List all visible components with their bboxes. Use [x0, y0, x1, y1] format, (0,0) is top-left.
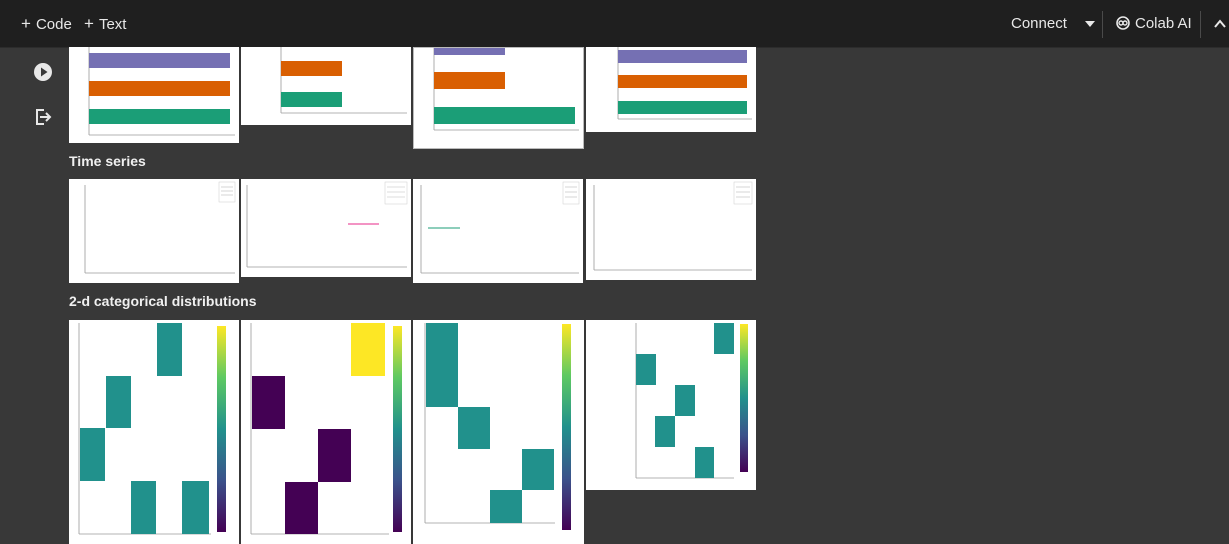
bar — [434, 72, 505, 89]
plus-icon: + — [84, 14, 94, 33]
heatmap-cell — [182, 481, 209, 534]
colab-ai-icon — [1116, 16, 1130, 30]
heatmap-cell — [106, 376, 131, 428]
heatmap-cell — [522, 449, 554, 490]
add-code-button[interactable]: + Code — [21, 12, 72, 36]
time-series-tile-1[interactable] — [69, 179, 239, 283]
heatmap-cell — [131, 481, 156, 534]
heatmap-chart-2 — [250, 323, 402, 535]
heatmap-cell — [80, 428, 105, 481]
bar-chart-tile-1[interactable] — [69, 47, 239, 143]
time-series-chart-3 — [420, 181, 580, 274]
heatmap-chart-1 — [78, 323, 226, 535]
section-heading-categorical-distributions: 2-d categorical distributions — [69, 293, 257, 309]
heatmap-cell — [714, 323, 734, 354]
bar-chart-1 — [88, 47, 235, 136]
heatmap-chart-4 — [635, 323, 748, 479]
bar — [618, 75, 747, 88]
run-cell-icon[interactable] — [33, 62, 53, 82]
bar-chart-tile-3[interactable] — [413, 47, 584, 149]
time-series-tile-3[interactable] — [413, 179, 583, 283]
heatmap-cell — [426, 323, 458, 407]
connect-label: Connect — [1011, 15, 1067, 32]
colorbar — [740, 324, 748, 472]
toolbar-divider — [1102, 11, 1103, 38]
legend — [733, 181, 753, 205]
add-code-label: Code — [35, 16, 72, 33]
plus-icon: + — [21, 14, 31, 33]
heatmap-tile-3[interactable] — [413, 320, 584, 544]
time-series-chart-1 — [84, 181, 236, 274]
heatmap-chart-3 — [424, 323, 571, 530]
heatmap-cell — [490, 490, 522, 523]
bar — [89, 81, 230, 96]
heatmap-cell — [351, 323, 385, 376]
time-series-tile-2[interactable] — [241, 179, 411, 277]
bar-chart-tile-4[interactable] — [586, 47, 756, 132]
heatmap-cell — [285, 482, 318, 534]
heatmap-cell — [157, 323, 182, 376]
heatmap-cell — [675, 385, 695, 416]
colorbar — [562, 324, 571, 530]
chevron-down-icon[interactable] — [1084, 21, 1095, 28]
bar — [434, 48, 505, 55]
heatmap-tile-1[interactable] — [69, 320, 239, 544]
bar — [618, 101, 747, 114]
heatmap-cell — [318, 429, 351, 482]
time-series-chart-4 — [593, 181, 753, 271]
bar-chart-tile-2[interactable] — [241, 47, 411, 125]
bar-chart-4 — [617, 47, 752, 120]
bar — [434, 107, 575, 124]
connect-button[interactable]: Connect — [1011, 12, 1095, 36]
colorbar — [393, 326, 402, 532]
heatmap-tile-2[interactable] — [241, 320, 411, 544]
heatmap-tile-4[interactable] — [586, 320, 756, 490]
add-text-label: Text — [98, 16, 127, 33]
heatmap-cell — [655, 416, 675, 447]
colorbar — [217, 326, 226, 532]
heatmap-cell — [636, 354, 656, 385]
section-heading-time-series: Time series — [69, 153, 146, 169]
chevron-up-icon[interactable] — [1214, 19, 1226, 29]
heatmap-cell — [458, 407, 490, 449]
bar — [281, 61, 342, 76]
output-toggle-icon[interactable] — [33, 107, 53, 127]
legend — [384, 181, 408, 205]
legend — [562, 181, 580, 205]
bar — [618, 50, 747, 63]
heatmap-cell — [252, 376, 285, 429]
heatmap-cell — [695, 447, 714, 478]
colab-ai-label: Colab AI — [1135, 15, 1192, 32]
toolbar-divider — [1200, 11, 1201, 38]
colab-ai-button[interactable]: Colab AI — [1116, 12, 1192, 36]
bar-chart-2 — [280, 47, 407, 114]
time-series-chart-2 — [246, 181, 408, 268]
time-series-tile-4[interactable] — [586, 179, 756, 280]
add-text-button[interactable]: + Text — [84, 12, 126, 36]
bar — [281, 92, 342, 107]
bar — [89, 109, 230, 124]
bar — [89, 53, 230, 68]
top-toolbar: + Code + Text Connect Colab AI — [0, 0, 1229, 48]
bar-chart-3 — [433, 48, 579, 131]
legend — [218, 181, 236, 203]
